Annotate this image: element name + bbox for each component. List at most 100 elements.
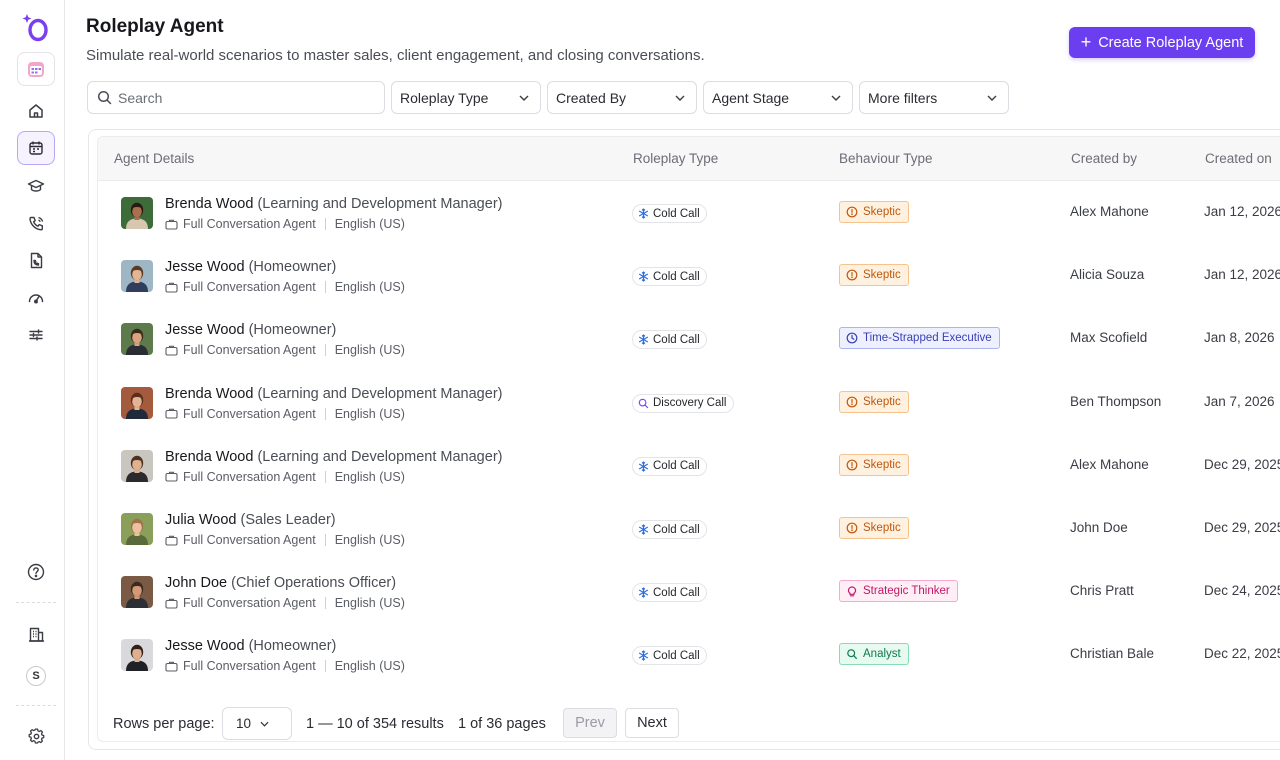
agent-language: English (US) — [334, 659, 405, 674]
sidebar-item-call-reports[interactable] — [17, 243, 55, 277]
agent-name-line[interactable]: Brenda Wood (Learning and Development Ma… — [165, 386, 502, 402]
agent-name-line[interactable]: Brenda Wood (Learning and Development Ma… — [165, 449, 502, 465]
agent-meta: Full Conversation Agent English (US) — [165, 280, 405, 294]
agent-name-line[interactable]: Jesse Wood (Homeowner) — [165, 638, 336, 654]
agent-name: John Doe — [165, 575, 228, 592]
table-row[interactable]: Jesse Wood (Homeowner) Full Conversation… — [98, 244, 1280, 307]
behaviour-type-label: Time-Strapped Executive — [863, 332, 992, 345]
help-button[interactable] — [17, 555, 55, 589]
roleplay-type-chip: Cold Call — [632, 204, 707, 223]
chevron-down-icon — [675, 95, 685, 101]
create-roleplay-agent-button[interactable]: + Create Roleplay Agent — [1069, 27, 1255, 58]
agent-meta: Full Conversation Agent English (US) — [165, 217, 405, 231]
table-row[interactable]: Brenda Wood (Learning and Development Ma… — [98, 181, 1280, 244]
page-count: 1 of 36 pages — [458, 716, 546, 732]
column-header-agent-details[interactable]: Agent Details — [114, 151, 194, 166]
table-row[interactable]: Brenda Wood (Learning and Development Ma… — [98, 434, 1280, 497]
table-row[interactable]: Jesse Wood (Homeowner) Full Conversation… — [98, 307, 1280, 370]
briefcase-icon — [165, 661, 178, 672]
roleplay-type-filter-label: Roleplay Type — [400, 89, 489, 106]
column-header-created-on[interactable]: Created on — [1205, 151, 1272, 166]
prev-page-button[interactable]: Prev — [563, 708, 617, 738]
sidebar-item-home[interactable] — [17, 94, 55, 128]
table-row[interactable]: John Doe (Chief Operations Officer) Full… — [98, 560, 1280, 623]
created-by-cell: Alex Mahone — [1070, 456, 1149, 472]
agent-name: Brenda Wood — [165, 448, 254, 465]
clock-icon — [846, 332, 858, 344]
agent-name: Julia Wood — [165, 512, 237, 528]
agent-name-line[interactable]: Julia Wood (Sales Leader) — [165, 512, 336, 528]
meta-divider — [324, 534, 326, 546]
organization-button[interactable] — [17, 617, 55, 651]
chevron-down-icon — [519, 95, 529, 101]
behaviour-type-label: Analyst — [863, 648, 901, 661]
app-logo-icon[interactable] — [22, 12, 50, 42]
more-filters-label: More filters — [868, 89, 938, 106]
created-by-filter[interactable]: Created By — [547, 81, 697, 114]
alert-circle-icon — [846, 522, 858, 534]
created-on-cell: Dec 29, 2025 — [1204, 520, 1280, 535]
created-on-cell: Dec 24, 2025 — [1204, 583, 1280, 599]
agent-type: Full Conversation Agent — [183, 469, 316, 484]
behaviour-type-chip: Analyst — [839, 643, 909, 666]
agent-meta: Full Conversation Agent English (US) — [165, 470, 405, 484]
agents-table-card: Agent Details Roleplay Type Behaviour Ty… — [88, 129, 1280, 750]
agent-role: (Homeowner) — [248, 638, 337, 655]
sidebar-item-learning[interactable] — [17, 169, 55, 203]
sidebar: S — [0, 0, 65, 760]
column-header-roleplay-type[interactable]: Roleplay Type — [633, 151, 718, 166]
speedometer-icon — [28, 294, 44, 304]
rows-per-page-select[interactable]: 10 — [222, 707, 292, 740]
rows-per-page-value: 10 — [236, 716, 252, 731]
sidebar-item-calls[interactable] — [17, 206, 55, 240]
briefcase-icon — [165, 408, 178, 419]
agent-name-line[interactable]: John Doe (Chief Operations Officer) — [165, 575, 396, 591]
column-header-behaviour-type[interactable]: Behaviour Type — [839, 151, 933, 166]
created-by-cell: Alex Mahone — [1070, 204, 1149, 219]
meta-divider — [324, 344, 326, 357]
briefcase-icon — [165, 535, 178, 546]
calendar-app-icon — [28, 62, 44, 77]
sidebar-item-settings-sliders[interactable] — [17, 318, 55, 352]
more-filters-button[interactable]: More filters — [859, 81, 1009, 114]
table-row[interactable]: Brenda Wood (Learning and Development Ma… — [98, 371, 1280, 434]
sidebar-item-performance[interactable] — [17, 281, 55, 315]
agent-avatar — [121, 449, 153, 482]
results-count: 1 — 10 of 354 results — [306, 716, 444, 732]
behaviour-type-chip: Strategic Thinker — [839, 580, 958, 603]
calendar-app-button[interactable] — [17, 52, 55, 86]
agent-stage-filter[interactable]: Agent Stage — [703, 81, 853, 114]
user-avatar: S — [26, 666, 46, 686]
briefcase-icon — [165, 282, 178, 293]
search-icon — [97, 90, 112, 105]
roleplay-type-label: Cold Call — [653, 523, 700, 536]
search-box[interactable] — [87, 81, 385, 114]
user-menu-button[interactable]: S — [17, 659, 55, 693]
search-input[interactable] — [118, 89, 358, 106]
settings-button[interactable] — [17, 719, 55, 753]
document-phone-icon — [30, 252, 42, 268]
roleplay-type-chip: Cold Call — [632, 646, 707, 666]
agent-avatar — [121, 260, 153, 293]
roleplay-type-filter[interactable]: Roleplay Type — [391, 81, 541, 114]
agent-name-line[interactable]: Jesse Wood (Homeowner) — [165, 322, 336, 338]
created-on-cell: Dec 29, 2025 — [1204, 456, 1280, 472]
agent-name-line[interactable]: Jesse Wood (Homeowner) — [165, 259, 336, 275]
agent-name-line[interactable]: Brenda Wood (Learning and Development Ma… — [165, 196, 502, 212]
chevron-down-icon — [260, 721, 269, 727]
table-row[interactable]: Julia Wood (Sales Leader) Full Conversat… — [98, 497, 1280, 560]
created-on-cell: Dec 22, 2025 — [1204, 646, 1280, 662]
agent-meta: Full Conversation Agent English (US) — [165, 659, 405, 673]
agent-language: English (US) — [334, 280, 405, 295]
agent-type: Full Conversation Agent — [183, 217, 316, 231]
snowflake-icon — [638, 587, 649, 598]
snowflake-icon — [638, 461, 649, 472]
roleplay-type-chip: Cold Call — [632, 456, 707, 476]
building-icon — [28, 627, 44, 642]
column-header-created-by[interactable]: Created by — [1071, 151, 1137, 166]
next-page-button[interactable]: Next — [625, 708, 679, 738]
sidebar-item-roleplay[interactable] — [17, 131, 55, 165]
roleplay-type-chip: Discovery Call — [632, 393, 734, 413]
roleplay-type-chip: Cold Call — [632, 330, 707, 350]
table-row[interactable]: Jesse Wood (Homeowner) Full Conversation… — [98, 623, 1280, 686]
